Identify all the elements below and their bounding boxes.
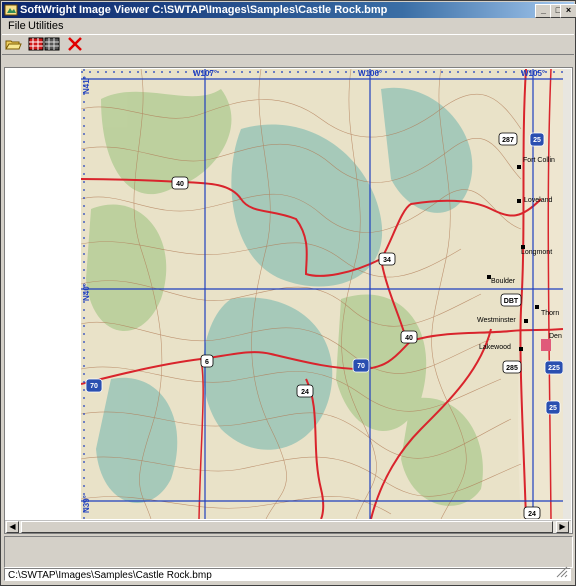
info-pane bbox=[4, 536, 573, 568]
application-window: SoftWright Image Viewer C:\SWTAP\Images\… bbox=[0, 0, 576, 586]
app-icon bbox=[4, 4, 18, 16]
resize-grip-icon[interactable] bbox=[556, 566, 568, 578]
svg-text:70: 70 bbox=[357, 363, 365, 370]
status-path: C:\SWTAP\Images\Samples\Castle Rock.bmp bbox=[8, 570, 212, 581]
svg-text:40: 40 bbox=[176, 181, 184, 188]
horizontal-scrollbar[interactable]: ◀ ▶ bbox=[5, 520, 571, 533]
grid-icon[interactable] bbox=[43, 36, 61, 52]
place-label: Fort Collin bbox=[523, 157, 555, 164]
close-icon[interactable] bbox=[66, 36, 84, 52]
city-marker bbox=[517, 199, 521, 203]
route-shield: 40 bbox=[400, 330, 418, 344]
topographic-map: W107° W106° W105° N41° N40° N39° Fort Co… bbox=[81, 69, 563, 519]
route-shield: 70 bbox=[85, 378, 103, 393]
city-marker bbox=[519, 347, 523, 351]
route-shield: 24 bbox=[296, 384, 314, 398]
longitude-label: W105° bbox=[521, 69, 545, 78]
route-shield: 225 bbox=[544, 360, 563, 375]
place-label: Den bbox=[549, 333, 562, 340]
title-bar[interactable]: SoftWright Image Viewer C:\SWTAP\Images\… bbox=[2, 2, 576, 18]
route-shield: 25 bbox=[545, 400, 561, 415]
route-shield: 70 bbox=[352, 358, 370, 373]
longitude-label: W106° bbox=[358, 69, 382, 78]
vertical-scrollbar[interactable] bbox=[563, 69, 571, 519]
svg-text:24: 24 bbox=[528, 511, 536, 518]
svg-text:285: 285 bbox=[506, 365, 518, 372]
svg-text:25: 25 bbox=[533, 137, 541, 144]
route-shield: 6 bbox=[200, 354, 214, 368]
scrollbar-thumb[interactable] bbox=[21, 521, 553, 533]
place-label: Loveland bbox=[524, 197, 553, 204]
close-button[interactable]: × bbox=[560, 4, 576, 18]
svg-text:24: 24 bbox=[301, 389, 309, 396]
scroll-right-button[interactable]: ▶ bbox=[556, 521, 569, 533]
open-folder-icon[interactable] bbox=[4, 36, 22, 52]
place-label: Lakewood bbox=[479, 344, 511, 351]
place-label: Boulder bbox=[491, 278, 516, 285]
route-shield: 24 bbox=[523, 506, 541, 519]
latitude-label: N41° bbox=[82, 76, 91, 94]
svg-text:6: 6 bbox=[205, 359, 209, 366]
menu-file[interactable]: File bbox=[8, 19, 26, 33]
latitude-label: N39° bbox=[82, 495, 91, 513]
status-bar: C:\SWTAP\Images\Samples\Castle Rock.bmp bbox=[4, 566, 571, 581]
svg-text:287: 287 bbox=[502, 137, 514, 144]
place-label: Westminster bbox=[477, 317, 516, 324]
svg-text:225: 225 bbox=[548, 365, 560, 372]
route-shield: 285 bbox=[502, 360, 522, 374]
svg-text:DBT: DBT bbox=[504, 298, 519, 305]
latitude-label: N40° bbox=[82, 283, 91, 301]
scroll-left-button[interactable]: ◀ bbox=[6, 521, 19, 533]
toolbar bbox=[2, 34, 574, 55]
route-shield: 40 bbox=[171, 176, 189, 190]
menu-bar: File Utilities bbox=[2, 19, 574, 33]
route-shield: 34 bbox=[378, 252, 396, 266]
map-image[interactable]: W107° W106° W105° N41° N40° N39° Fort Co… bbox=[81, 69, 563, 519]
longitude-label: W107° bbox=[193, 69, 217, 78]
route-shield: 287 bbox=[498, 132, 518, 146]
svg-text:40: 40 bbox=[405, 335, 413, 342]
menu-utilities[interactable]: Utilities bbox=[28, 19, 63, 33]
route-shield: DBT bbox=[500, 293, 522, 307]
city-area bbox=[541, 339, 551, 351]
route-shield: 25 bbox=[529, 132, 545, 147]
window-title: SoftWright Image Viewer C:\SWTAP\Images\… bbox=[20, 4, 388, 16]
svg-text:70: 70 bbox=[90, 383, 98, 390]
city-marker bbox=[524, 319, 528, 323]
place-label: Thorn bbox=[541, 310, 559, 317]
city-marker bbox=[535, 305, 539, 309]
city-marker bbox=[517, 165, 521, 169]
svg-text:34: 34 bbox=[383, 257, 391, 264]
place-label: Longmont bbox=[521, 249, 552, 256]
svg-text:25: 25 bbox=[549, 405, 557, 412]
